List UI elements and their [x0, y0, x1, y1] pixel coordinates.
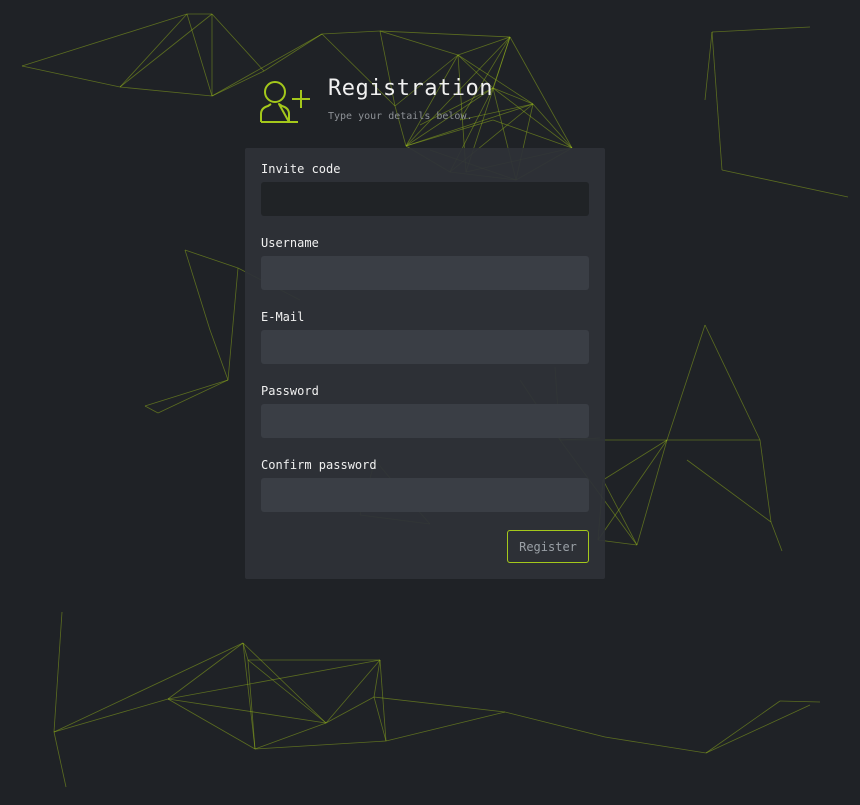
- network-line: [759, 439, 772, 523]
- invite-code-input[interactable]: [261, 182, 589, 216]
- username-field-group: Username: [261, 236, 589, 290]
- add-user-icon: [260, 81, 310, 123]
- page-title: Registration: [328, 76, 493, 101]
- register-button[interactable]: Register: [507, 530, 589, 563]
- page-subtitle: Type your details below.: [328, 111, 473, 122]
- network-line: [227, 267, 239, 381]
- network-line: [379, 30, 511, 38]
- username-label: Username: [261, 236, 319, 250]
- invite-code-field-group: Invite code: [261, 162, 589, 216]
- network-line: [53, 731, 67, 788]
- network-line: [157, 379, 229, 414]
- network-line: [457, 36, 511, 56]
- invite-code-label: Invite code: [261, 162, 341, 176]
- network-line: [21, 65, 121, 88]
- network-line: [263, 33, 323, 72]
- network-line: [704, 31, 713, 101]
- network-line: [325, 696, 375, 724]
- confirm-password-label: Confirm password: [261, 458, 377, 472]
- network-line: [167, 698, 327, 724]
- network-line: [704, 324, 761, 441]
- network-line: [144, 405, 159, 414]
- network-line: [211, 70, 265, 97]
- network-line: [21, 13, 188, 67]
- network-line: [602, 479, 638, 546]
- network-line: [186, 13, 213, 97]
- network-line: [385, 711, 506, 742]
- network-line: [144, 379, 229, 407]
- network-line: [705, 700, 781, 754]
- network-line: [711, 26, 811, 33]
- network-line: [209, 329, 229, 381]
- password-input[interactable]: [261, 404, 589, 438]
- network-line: [379, 30, 459, 56]
- network-line: [53, 698, 169, 733]
- network-line: [711, 31, 723, 171]
- password-label: Password: [261, 384, 319, 398]
- network-line: [779, 700, 821, 703]
- registration-header: Registration Type your details below.: [258, 76, 558, 126]
- network-line: [705, 704, 811, 754]
- network-line: [242, 642, 256, 750]
- network-line: [504, 711, 606, 738]
- network-line: [373, 696, 506, 713]
- email-label: E-Mail: [261, 310, 305, 324]
- confirm-password-input[interactable]: [261, 478, 589, 512]
- network-line: [604, 736, 707, 754]
- network-line: [184, 249, 239, 269]
- network-line: [247, 659, 327, 724]
- network-line: [119, 86, 213, 97]
- password-field-group: Password: [261, 384, 589, 438]
- network-line: [53, 611, 63, 733]
- network-line: [721, 169, 849, 198]
- email-field-group: E-Mail: [261, 310, 589, 364]
- network-line: [666, 324, 706, 441]
- registration-form: Invite code Username E-Mail Password Con…: [245, 148, 605, 579]
- network-line: [325, 659, 381, 724]
- email-input[interactable]: [261, 330, 589, 364]
- network-line: [167, 698, 256, 750]
- network-line: [770, 521, 783, 552]
- network-line: [247, 659, 256, 750]
- registration-page: Registration Type your details below. In…: [0, 0, 860, 805]
- network-line: [167, 642, 244, 700]
- network-line: [184, 249, 211, 331]
- network-line: [167, 659, 381, 700]
- network-line: [211, 13, 265, 72]
- network-line: [321, 30, 381, 35]
- network-line: [686, 459, 772, 523]
- username-input[interactable]: [261, 256, 589, 290]
- network-line: [53, 642, 244, 733]
- confirm-password-field-group: Confirm password: [261, 458, 589, 512]
